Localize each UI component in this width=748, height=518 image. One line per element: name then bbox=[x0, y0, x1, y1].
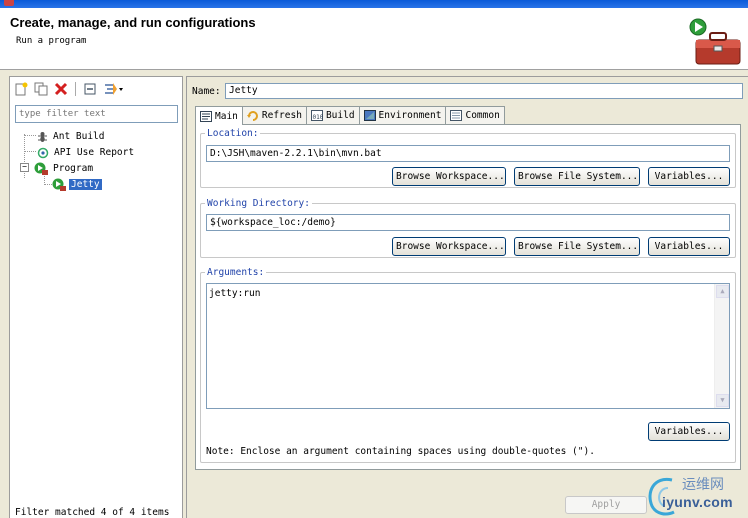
common-icon bbox=[450, 110, 463, 121]
arguments-variables-button[interactable]: Variables... bbox=[648, 422, 730, 441]
scroll-up-icon[interactable]: ▲ bbox=[716, 285, 729, 298]
configurations-toolbar bbox=[12, 80, 127, 98]
duplicate-button[interactable] bbox=[32, 80, 50, 98]
collapse-all-button[interactable] bbox=[81, 80, 99, 98]
filter-icon bbox=[105, 83, 123, 95]
refresh-icon bbox=[246, 111, 258, 121]
new-config-icon bbox=[15, 82, 28, 96]
apply-button[interactable]: Apply bbox=[565, 496, 647, 514]
watermark: 运维网 iyunv.com bbox=[644, 472, 748, 518]
location-input[interactable]: D:\JSH\maven-2.2.1\bin\mvn.bat bbox=[206, 145, 730, 162]
filter-input[interactable] bbox=[15, 105, 178, 123]
filter-menu-button[interactable] bbox=[101, 80, 127, 98]
tab-label: Refresh bbox=[261, 110, 302, 121]
tree-item-program[interactable]: Program bbox=[34, 161, 95, 176]
arguments-scrollbar[interactable]: ▲ ▼ bbox=[714, 284, 729, 408]
location-label: Location: bbox=[207, 128, 259, 139]
configuration-editor: Name: Jetty Main Refresh 010 Build Envir… bbox=[186, 76, 748, 518]
tab-refresh[interactable]: Refresh bbox=[241, 106, 307, 124]
tab-label: Build bbox=[325, 110, 355, 121]
tree-item-label: API Use Report bbox=[54, 147, 135, 158]
tab-label: Common bbox=[465, 110, 500, 121]
tab-label: Main bbox=[215, 110, 238, 122]
program-expander[interactable]: − bbox=[20, 163, 29, 172]
tree-item-jetty[interactable]: Jetty bbox=[52, 177, 102, 192]
toolbar-separator bbox=[75, 82, 76, 96]
arguments-value: jetty:run bbox=[209, 288, 261, 299]
delete-button[interactable] bbox=[52, 80, 70, 98]
location-variables-button[interactable]: Variables... bbox=[648, 167, 730, 186]
program-icon bbox=[34, 162, 48, 175]
wd-browse-file-system-button[interactable]: Browse File System... bbox=[514, 237, 640, 256]
tree-connector bbox=[24, 151, 36, 152]
dialog-subtitle: Run a program bbox=[16, 36, 87, 46]
dialog-title: Create, manage, and run configurations bbox=[10, 15, 256, 30]
tab-main[interactable]: Main bbox=[195, 106, 243, 125]
tree-connector bbox=[24, 135, 36, 136]
filter-status: Filter matched 4 of 4 items bbox=[15, 507, 170, 518]
ant-icon bbox=[38, 131, 47, 142]
collapse-all-icon bbox=[84, 83, 96, 95]
toolbox-run-icon bbox=[689, 18, 741, 65]
svg-text:010: 010 bbox=[312, 114, 323, 121]
window-icon bbox=[4, 0, 14, 6]
configurations-panel: − Ant Build API Use Report Program Jetty… bbox=[9, 76, 183, 518]
main-tab-icon bbox=[200, 110, 212, 122]
tab-label: Environment bbox=[378, 110, 442, 121]
new-configuration-button[interactable] bbox=[12, 80, 30, 98]
location-browse-file-system-button[interactable]: Browse File System... bbox=[514, 167, 640, 186]
build-icon: 010 bbox=[310, 110, 323, 121]
arguments-note: Note: Enclose an argument containing spa… bbox=[206, 446, 595, 457]
tab-common[interactable]: Common bbox=[445, 106, 505, 124]
watermark-cn: 运维网 bbox=[682, 477, 724, 493]
wd-browse-workspace-button[interactable]: Browse Workspace... bbox=[392, 237, 506, 256]
tree-item-label: Ant Build bbox=[53, 131, 105, 142]
watermark-en: iyunv.com bbox=[662, 494, 733, 510]
tree-item-label: Jetty bbox=[69, 179, 102, 190]
name-input[interactable]: Jetty bbox=[225, 83, 743, 99]
tree-item-api-use-report[interactable]: API Use Report bbox=[37, 145, 136, 160]
tab-build[interactable]: 010 Build bbox=[305, 106, 360, 124]
main-tab-panel: Location: D:\JSH\maven-2.2.1\bin\mvn.bat… bbox=[195, 124, 741, 470]
api-report-icon bbox=[37, 147, 49, 158]
working-directory-label: Working Directory: bbox=[207, 198, 310, 209]
working-directory-input[interactable]: ${workspace_loc:/demo} bbox=[206, 214, 730, 231]
tree-item-ant-build[interactable]: Ant Build bbox=[37, 129, 106, 144]
tree-connector bbox=[44, 184, 52, 185]
delete-icon bbox=[54, 82, 68, 96]
environment-icon bbox=[363, 110, 376, 121]
tab-environment[interactable]: Environment bbox=[358, 106, 447, 124]
duplicate-icon bbox=[34, 82, 48, 96]
dialog-banner: Create, manage, and run configurations R… bbox=[0, 8, 748, 70]
program-config-icon bbox=[52, 178, 66, 191]
tree-item-label: Program bbox=[53, 163, 94, 174]
arguments-label: Arguments: bbox=[207, 267, 265, 278]
window-titlebar bbox=[0, 0, 748, 8]
scroll-down-icon[interactable]: ▼ bbox=[716, 394, 729, 407]
arguments-textarea[interactable]: jetty:run ▲ ▼ bbox=[206, 283, 730, 409]
wd-variables-button[interactable]: Variables... bbox=[648, 237, 730, 256]
name-label: Name: bbox=[192, 86, 221, 97]
location-browse-workspace-button[interactable]: Browse Workspace... bbox=[392, 167, 506, 186]
config-tabs: Main Refresh 010 Build Environment Commo… bbox=[195, 106, 505, 125]
